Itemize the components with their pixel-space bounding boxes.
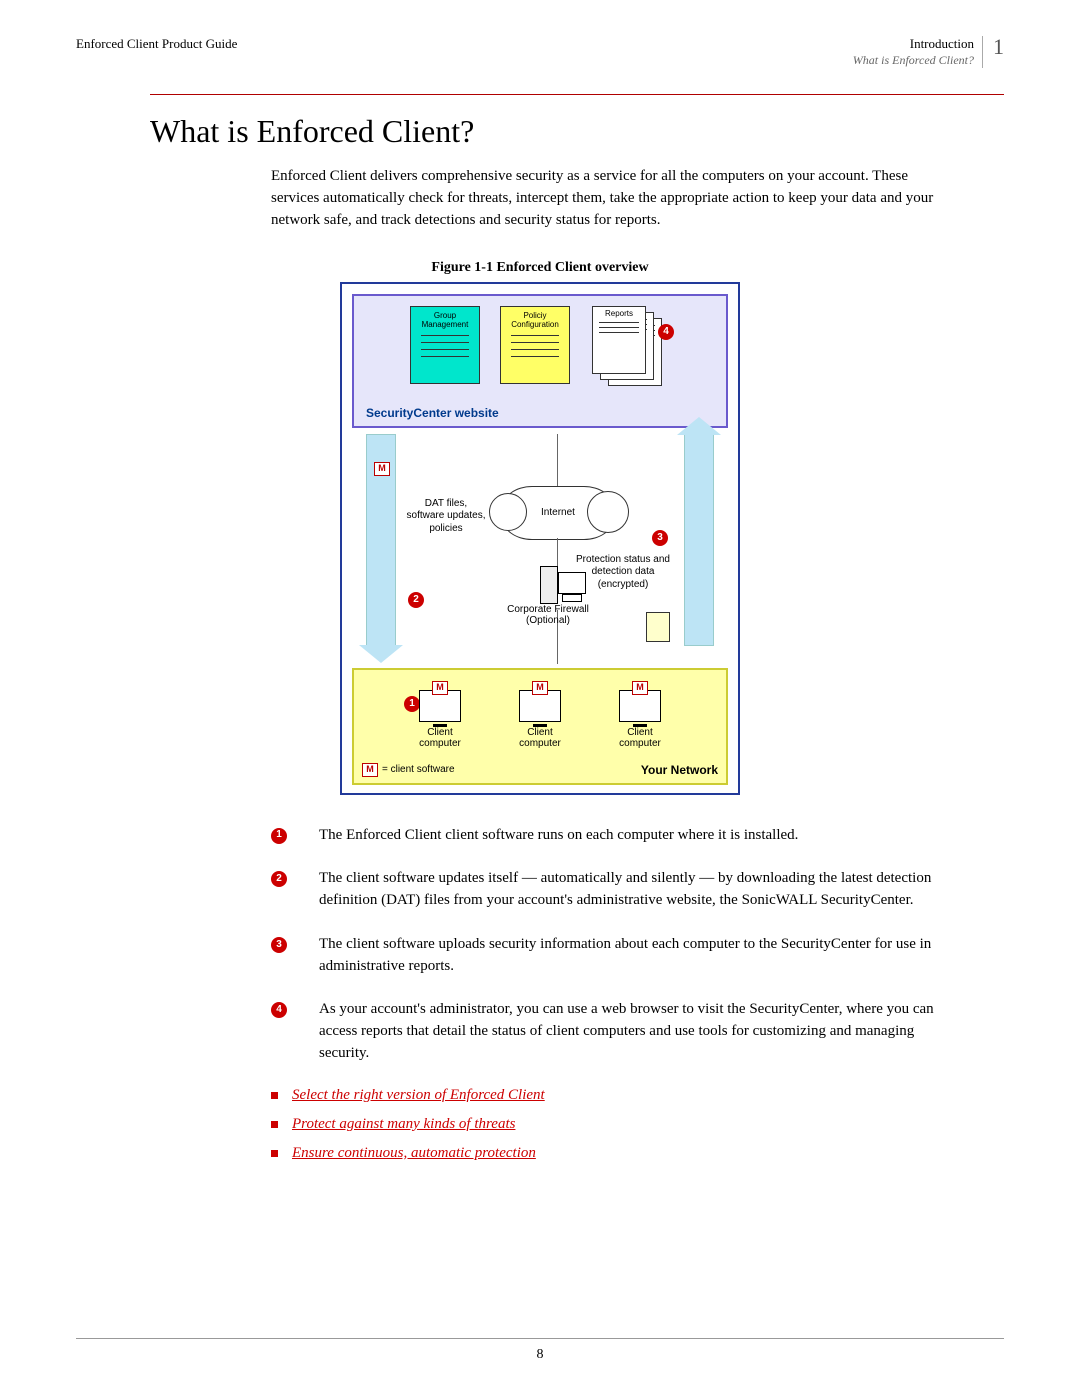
card-label: Policiy Configuration <box>505 311 565 329</box>
list-text: As your account's administrator, you can… <box>319 999 934 1064</box>
firewall-label: Corporate Firewall (Optional) <box>498 604 598 626</box>
link-list: Select the right version of Enforced Cli… <box>271 1087 1004 1162</box>
rule-line <box>150 94 1004 95</box>
list-item: 4 As your account's administrator, you c… <box>271 999 934 1064</box>
callout-3-icon: 3 <box>271 937 287 953</box>
bullet-icon <box>271 1092 278 1099</box>
your-network-label: Your Network <box>641 763 718 777</box>
securitycenter-title: SecurityCenter website <box>366 406 718 420</box>
policy-config-card: Policiy Configuration <box>500 306 570 384</box>
list-text: The client software uploads security inf… <box>319 934 934 978</box>
doc-title: Enforced Client Product Guide <box>76 36 237 52</box>
m-badge-icon: M <box>362 763 378 777</box>
intro-paragraph: Enforced Client delivers comprehensive s… <box>271 166 944 231</box>
numbered-list: 1 The Enforced Client client software ru… <box>271 825 934 1065</box>
callout-2-icon: 2 <box>271 871 287 887</box>
page-header: Enforced Client Product Guide Introducti… <box>76 36 1004 68</box>
card-label: Reports <box>605 309 633 318</box>
callout-3-icon: 3 <box>652 530 668 546</box>
client-computer-icon: M <box>619 690 661 722</box>
m-badge-icon: M <box>374 462 390 476</box>
footer-page-number: 8 <box>0 1347 1080 1363</box>
encrypted-data-icon <box>646 612 670 642</box>
list-text: The Enforced Client client software runs… <box>319 825 798 847</box>
overview-diagram: Group Management Policiy Configuration R… <box>340 282 740 795</box>
protection-label: Protection status and detection data (en… <box>568 554 678 592</box>
list-item: 1 The Enforced Client client software ru… <box>271 825 934 847</box>
section-subtitle: What is Enforced Client? <box>853 53 974 69</box>
link-protect-threats[interactable]: Protect against many kinds of threats <box>292 1116 515 1133</box>
upload-arrow-icon <box>684 434 714 646</box>
client-computer-icon: M <box>419 690 461 722</box>
callout-4-icon: 4 <box>658 324 674 340</box>
callout-4-icon: 4 <box>271 1002 287 1018</box>
list-item: 3 The client software uploads security i… <box>271 934 934 978</box>
footer-rule <box>76 1338 1004 1339</box>
securitycenter-panel: Group Management Policiy Configuration R… <box>352 294 728 428</box>
chapter-number: 1 <box>993 36 1004 58</box>
reports-card: Reports 4 <box>590 306 670 390</box>
list-item: 2 The client software updates itself — a… <box>271 868 934 912</box>
legend-text: = client software <box>382 764 455 775</box>
internet-label: Internet <box>541 507 575 518</box>
client-label: Client computer <box>605 727 675 749</box>
dat-label: DAT files, software updates, policies <box>406 498 486 536</box>
your-network-panel: 1 M Client computer M Client computer M … <box>352 668 728 785</box>
section-name: Introduction <box>910 36 974 53</box>
callout-1-icon: 1 <box>271 828 287 844</box>
card-label: Group Management <box>415 311 475 329</box>
group-management-card: Group Management <box>410 306 480 384</box>
list-text: The client software updates itself — aut… <box>319 868 934 912</box>
link-continuous-protection[interactable]: Ensure continuous, automatic protection <box>292 1145 536 1162</box>
client-computer-icon: M <box>519 690 561 722</box>
callout-2-icon: 2 <box>408 592 424 608</box>
client-label: Client computer <box>505 727 575 749</box>
link-select-version[interactable]: Select the right version of Enforced Cli… <box>292 1087 545 1104</box>
bullet-icon <box>271 1150 278 1157</box>
bullet-icon <box>271 1121 278 1128</box>
client-label: Client computer <box>405 727 475 749</box>
internet-cloud-icon: Internet <box>502 486 614 540</box>
diagram-middle: M DAT files, software updates, policies … <box>352 434 728 664</box>
callout-1-icon: 1 <box>404 696 420 712</box>
figure-caption: Figure 1-1 Enforced Client overview <box>76 260 1004 276</box>
page-title: What is Enforced Client? <box>150 113 1004 150</box>
